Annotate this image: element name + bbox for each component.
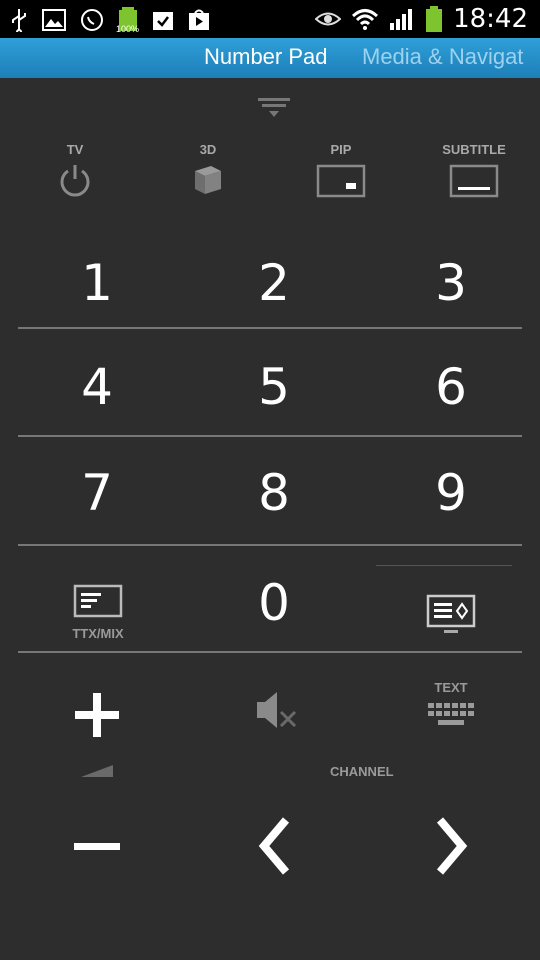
subtitle-button[interactable]: SUBTITLE xyxy=(414,142,534,198)
3d-button[interactable]: 3D xyxy=(148,142,268,198)
plus-icon xyxy=(75,693,119,737)
pip-button[interactable]: PIP xyxy=(281,142,401,198)
collapse-menu-icon[interactable] xyxy=(257,96,291,120)
key-7[interactable]: 7 xyxy=(17,464,177,522)
usb-icon xyxy=(12,9,26,32)
tab-number-pad[interactable]: Number Pad xyxy=(204,44,328,70)
pip-label: PIP xyxy=(330,142,352,157)
tv-power-button[interactable]: TV xyxy=(15,142,135,198)
key-6[interactable]: 6 xyxy=(371,358,531,416)
divider xyxy=(18,435,522,437)
guide-icon xyxy=(426,594,476,633)
chevron-left-icon xyxy=(258,817,290,875)
cube-icon xyxy=(195,166,221,194)
divider xyxy=(18,544,522,546)
gallery-icon xyxy=(42,9,66,31)
battery-percent: 100% xyxy=(116,24,140,34)
text-label: TEXT xyxy=(434,680,468,695)
ttx-mix-button[interactable]: TTX/MIX xyxy=(50,584,146,641)
key-8[interactable]: 8 xyxy=(194,464,354,522)
channel-down-button[interactable] xyxy=(254,816,294,881)
tab-bar: Number Pad Media & Navigat xyxy=(0,38,540,78)
chevron-right-icon xyxy=(436,817,468,875)
volume-up-button[interactable] xyxy=(70,690,124,745)
power-icon xyxy=(60,165,90,197)
whatsapp-icon xyxy=(81,9,103,31)
keyboard-icon xyxy=(428,703,474,725)
tab-media-navigation[interactable]: Media & Navigat xyxy=(362,44,523,70)
task-done-icon xyxy=(153,12,173,30)
3d-label: 3D xyxy=(199,142,217,157)
key-9[interactable]: 9 xyxy=(371,464,531,522)
key-0[interactable]: 0 xyxy=(194,574,354,632)
guide-button[interactable] xyxy=(420,594,482,636)
wifi-icon xyxy=(352,9,379,30)
volume-level-icon xyxy=(81,765,113,777)
channel-up-button[interactable] xyxy=(432,816,472,881)
subtitle-label: SUBTITLE xyxy=(442,142,506,157)
tv-label: TV xyxy=(66,142,84,157)
key-2[interactable]: 2 xyxy=(194,254,354,312)
divider xyxy=(18,651,522,653)
volume-down-button[interactable] xyxy=(72,840,122,859)
text-input-button[interactable]: TEXT xyxy=(420,680,482,731)
divider xyxy=(18,327,522,329)
play-store-icon xyxy=(189,9,209,30)
minus-icon xyxy=(74,843,120,850)
channel-label: CHANNEL xyxy=(330,764,394,779)
key-4[interactable]: 4 xyxy=(17,358,177,416)
subtitle-icon xyxy=(449,164,499,198)
signal-icon xyxy=(390,9,413,30)
battery-charging-icon xyxy=(426,6,443,32)
key-5[interactable]: 5 xyxy=(194,358,354,416)
teletext-icon xyxy=(73,584,123,618)
clock: 18:42 xyxy=(453,4,528,34)
key-1[interactable]: 1 xyxy=(17,254,177,312)
battery-full-icon: 100% xyxy=(116,6,140,34)
key-3[interactable]: 3 xyxy=(371,254,531,312)
picture-in-picture-icon xyxy=(316,164,366,198)
mute-button[interactable] xyxy=(252,688,302,737)
status-bar: 100% 18:42 xyxy=(0,0,540,38)
ttx-label: TTX/MIX xyxy=(72,626,124,641)
divider xyxy=(376,565,512,566)
mute-icon xyxy=(257,692,297,728)
eye-icon xyxy=(315,12,342,26)
